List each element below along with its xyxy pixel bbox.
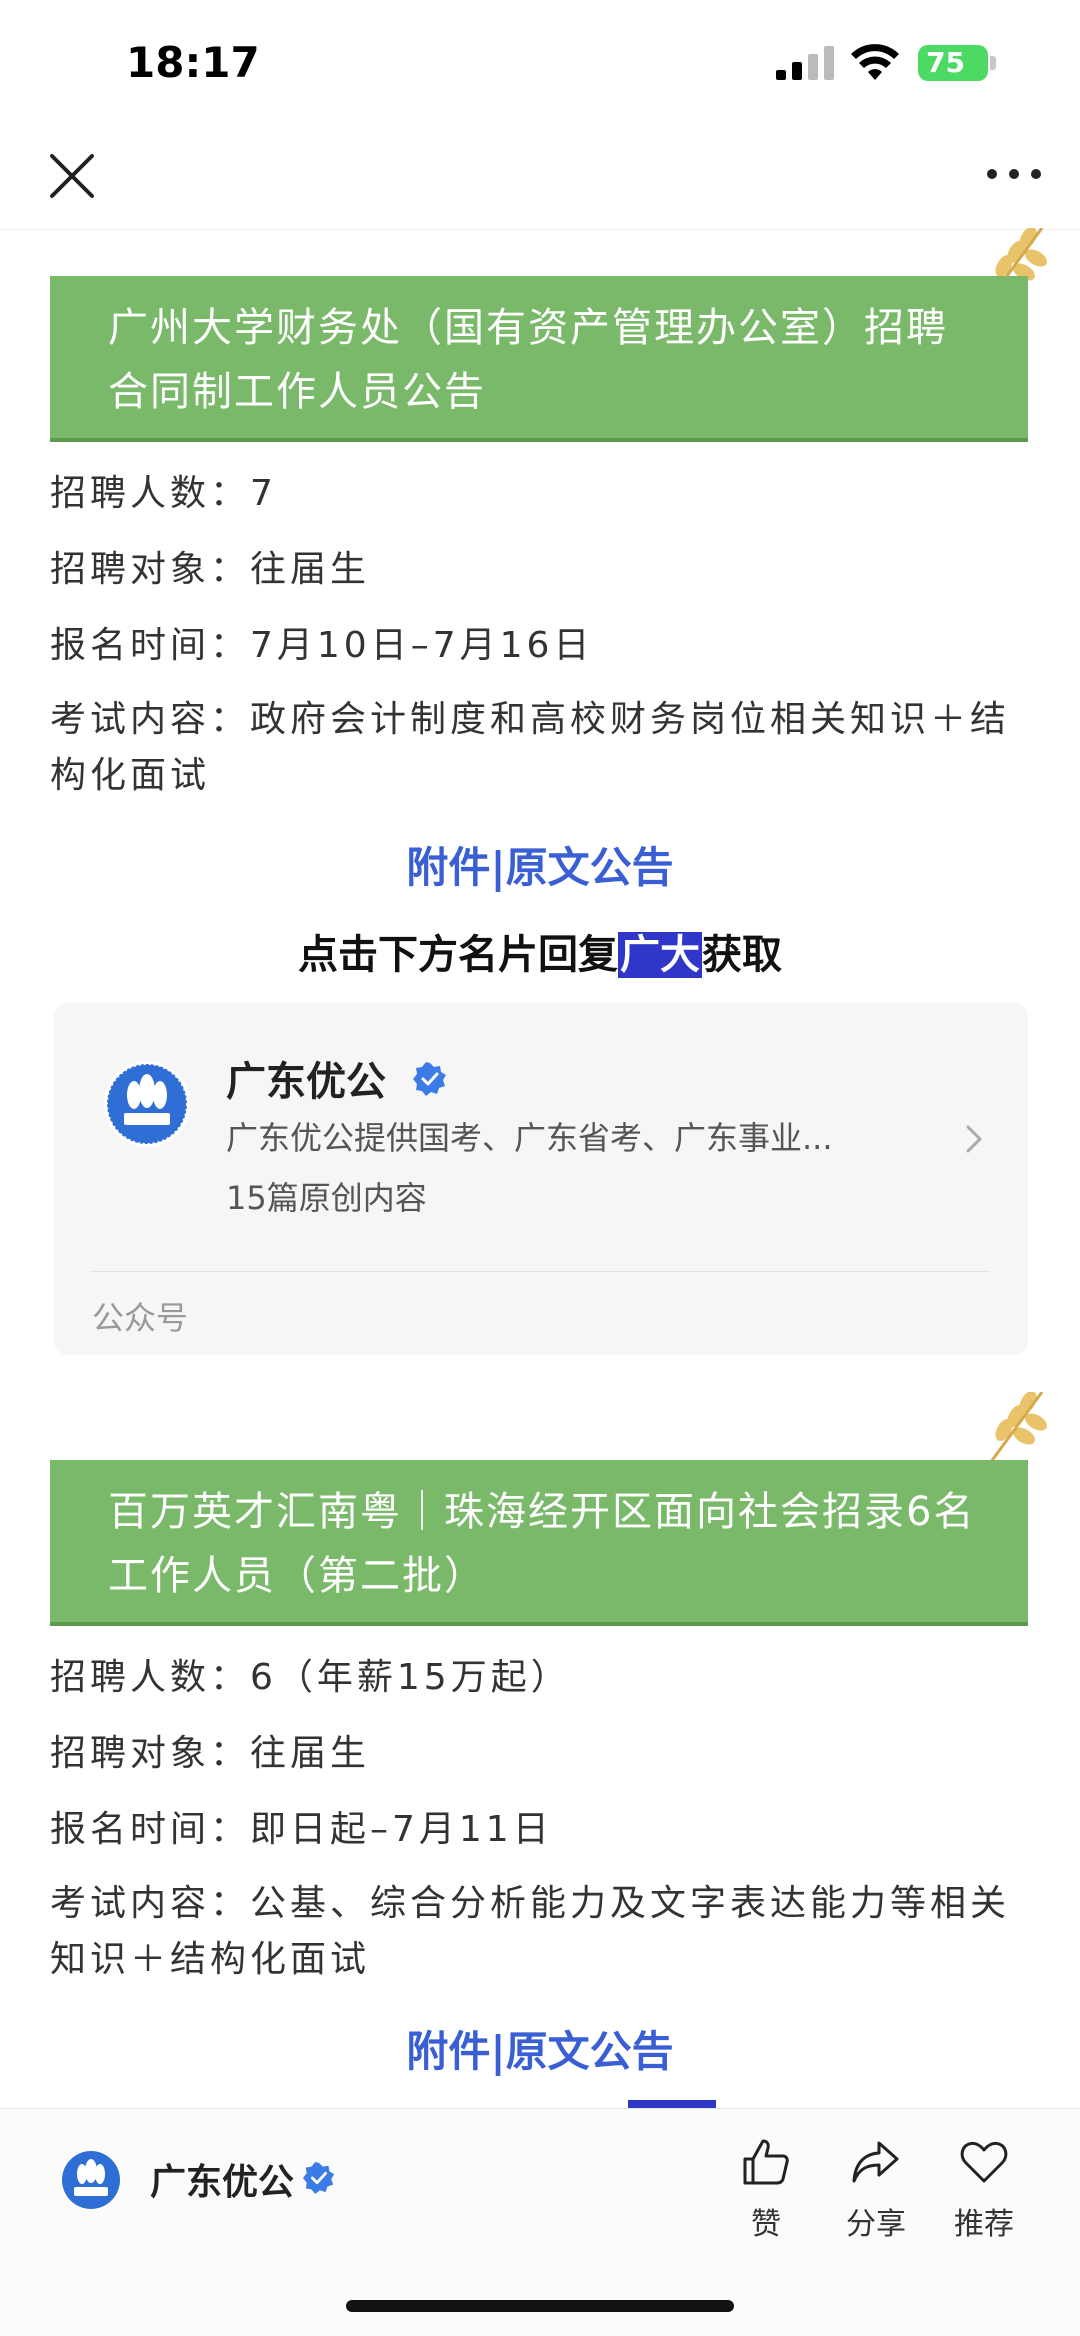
chevron-right-icon — [966, 1125, 982, 1153]
info-exam-content: 考试内容：政府会计制度和高校财务岗位相关知识＋结构化面试 — [50, 699, 1011, 796]
section-title: 广州大学财务处（国有资产管理办公室）招聘合同制工作人员公告 — [50, 276, 1028, 442]
battery-tip — [990, 56, 996, 70]
info-signup-time: 报名时间：7月10日–7月16日 — [50, 625, 594, 666]
verified-icon — [413, 1062, 446, 1096]
battery-indicator: 75 — [918, 45, 996, 81]
info-signup-time: 报名时间：即日起–7月11日 — [50, 1809, 553, 1850]
recommend-label: 推荐 — [954, 2207, 1014, 2242]
heart-icon — [960, 2141, 1008, 2183]
account-name: 广东优公 — [226, 1059, 386, 1105]
home-indicator — [346, 2300, 734, 2312]
verified-icon — [302, 2161, 335, 2195]
account-article-count: 15篇原创内容 — [226, 1179, 427, 1217]
close-icon[interactable] — [44, 148, 100, 204]
nav-bar — [0, 120, 1080, 230]
bottom-account-name[interactable]: 广东优公 — [150, 2153, 294, 2205]
recommend-button[interactable]: 推荐 — [934, 2135, 1034, 2243]
thumbs-up-icon — [743, 2139, 789, 2185]
status-bar: 18:17 75 — [0, 0, 1080, 120]
reply-prompt-before: 点击下方名片回复 — [298, 932, 618, 978]
reply-prompt-after: 获取 — [702, 932, 782, 978]
wifi-icon — [851, 44, 899, 80]
section-title: 百万英才汇南粤｜珠海经开区面向社会招录6名工作人员（第二批） — [50, 1460, 1028, 1626]
account-type: 公众号 — [92, 1299, 189, 1337]
info-exam-content: 考试内容：公基、综合分析能力及文字表达能力等相关知识＋结构化面试 — [50, 1883, 1011, 1980]
account-logo — [104, 1061, 190, 1147]
info-recruit-target: 招聘对象：往届生 — [50, 549, 371, 590]
account-avatar[interactable] — [60, 2149, 122, 2211]
status-time: 18:17 — [126, 38, 260, 87]
share-label: 分享 — [846, 2207, 906, 2242]
reply-prompt: 点击下方名片回复广大获取 — [0, 922, 1080, 980]
like-label: 赞 — [751, 2207, 781, 2242]
more-icon[interactable] — [984, 154, 1044, 194]
card-divider — [90, 1271, 990, 1272]
account-card[interactable]: 广东优公 广东优公提供国考、广东省考、广东事业... 15篇原创内容 公众号 — [54, 1003, 1028, 1355]
attachment-link[interactable]: 附件|原文公告 — [0, 2018, 1080, 2079]
highlight-peek — [628, 2100, 716, 2108]
reply-keyword[interactable]: 广大 — [618, 932, 702, 978]
info-recruit-count: 招聘人数：6（年薪15万起） — [50, 1657, 571, 1698]
share-icon — [852, 2141, 899, 2183]
cellular-signal-icon — [776, 46, 834, 80]
info-recruit-target: 招聘对象：往届生 — [50, 1733, 371, 1774]
attachment-link[interactable]: 附件|原文公告 — [0, 834, 1080, 895]
share-button[interactable]: 分享 — [826, 2135, 926, 2243]
battery-level: 75 — [918, 45, 988, 81]
like-button[interactable]: 赞 — [716, 2135, 816, 2243]
info-recruit-count: 招聘人数：7 — [50, 473, 277, 514]
account-description: 广东优公提供国考、广东省考、广东事业... — [226, 1119, 833, 1157]
